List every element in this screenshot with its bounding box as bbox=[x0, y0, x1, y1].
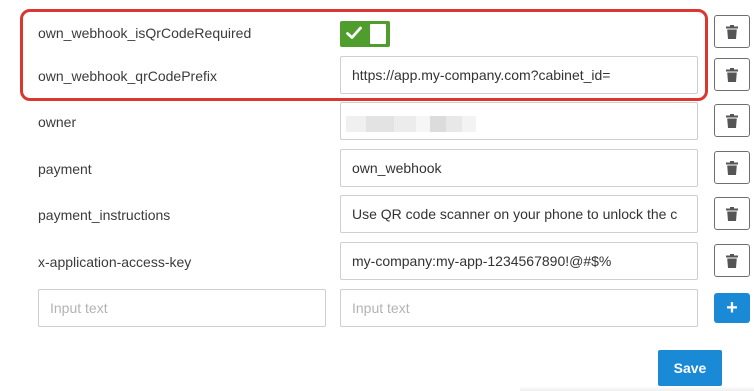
add-row-button[interactable]: + bbox=[714, 293, 750, 323]
trash-icon bbox=[726, 24, 738, 39]
check-icon bbox=[346, 26, 362, 39]
property-key-label: payment bbox=[38, 161, 92, 177]
qr-prefix-input[interactable]: https://app.my-company.com?cabinet_id= bbox=[340, 56, 698, 94]
property-row: own_webhook_isQrCodeRequired bbox=[0, 13, 754, 53]
delete-row-button[interactable] bbox=[714, 104, 750, 137]
payment-instructions-input[interactable]: Use QR code scanner on your phone to unl… bbox=[340, 195, 698, 233]
qr-required-toggle[interactable] bbox=[340, 21, 390, 47]
trash-icon bbox=[726, 113, 738, 128]
trash-icon bbox=[726, 206, 738, 221]
delete-row-button[interactable] bbox=[714, 197, 750, 230]
owner-input[interactable] bbox=[340, 102, 698, 140]
property-key-label: owner bbox=[38, 114, 77, 130]
property-key-label: own_webhook_isQrCodeRequired bbox=[38, 25, 252, 41]
new-key-input[interactable]: Input text bbox=[38, 289, 326, 327]
property-row: payment own_webhook bbox=[0, 149, 754, 189]
delete-row-button[interactable] bbox=[714, 15, 750, 48]
access-key-input[interactable]: my-company:my-app-1234567890!@#$% bbox=[340, 242, 698, 280]
property-row: owner bbox=[0, 102, 754, 142]
new-value-input[interactable]: Input text bbox=[340, 289, 698, 327]
property-key-label: payment_instructions bbox=[38, 207, 171, 223]
new-value-placeholder: Input text bbox=[352, 300, 410, 316]
new-key-placeholder: Input text bbox=[50, 300, 108, 316]
new-property-row: Input text Input text + bbox=[0, 289, 754, 329]
footer-shadow bbox=[520, 386, 754, 391]
trash-icon bbox=[726, 253, 738, 268]
plus-icon: + bbox=[726, 297, 738, 319]
delete-row-button[interactable] bbox=[714, 151, 750, 184]
trash-icon bbox=[726, 67, 738, 82]
payment-input[interactable]: own_webhook bbox=[340, 149, 698, 187]
delete-row-button[interactable] bbox=[714, 244, 750, 277]
delete-row-button[interactable] bbox=[714, 58, 750, 91]
property-key-label: x-application-access-key bbox=[38, 254, 192, 270]
property-row: payment_instructions Use QR code scanner… bbox=[0, 195, 754, 235]
redacted-value bbox=[346, 104, 476, 139]
toggle-knob bbox=[370, 24, 386, 44]
property-row: own_webhook_qrCodePrefix https://app.my-… bbox=[0, 56, 754, 96]
trash-icon bbox=[726, 160, 738, 175]
save-button[interactable]: Save bbox=[658, 350, 722, 386]
property-key-label: own_webhook_qrCodePrefix bbox=[38, 68, 217, 84]
property-row: x-application-access-key my-company:my-a… bbox=[0, 242, 754, 282]
